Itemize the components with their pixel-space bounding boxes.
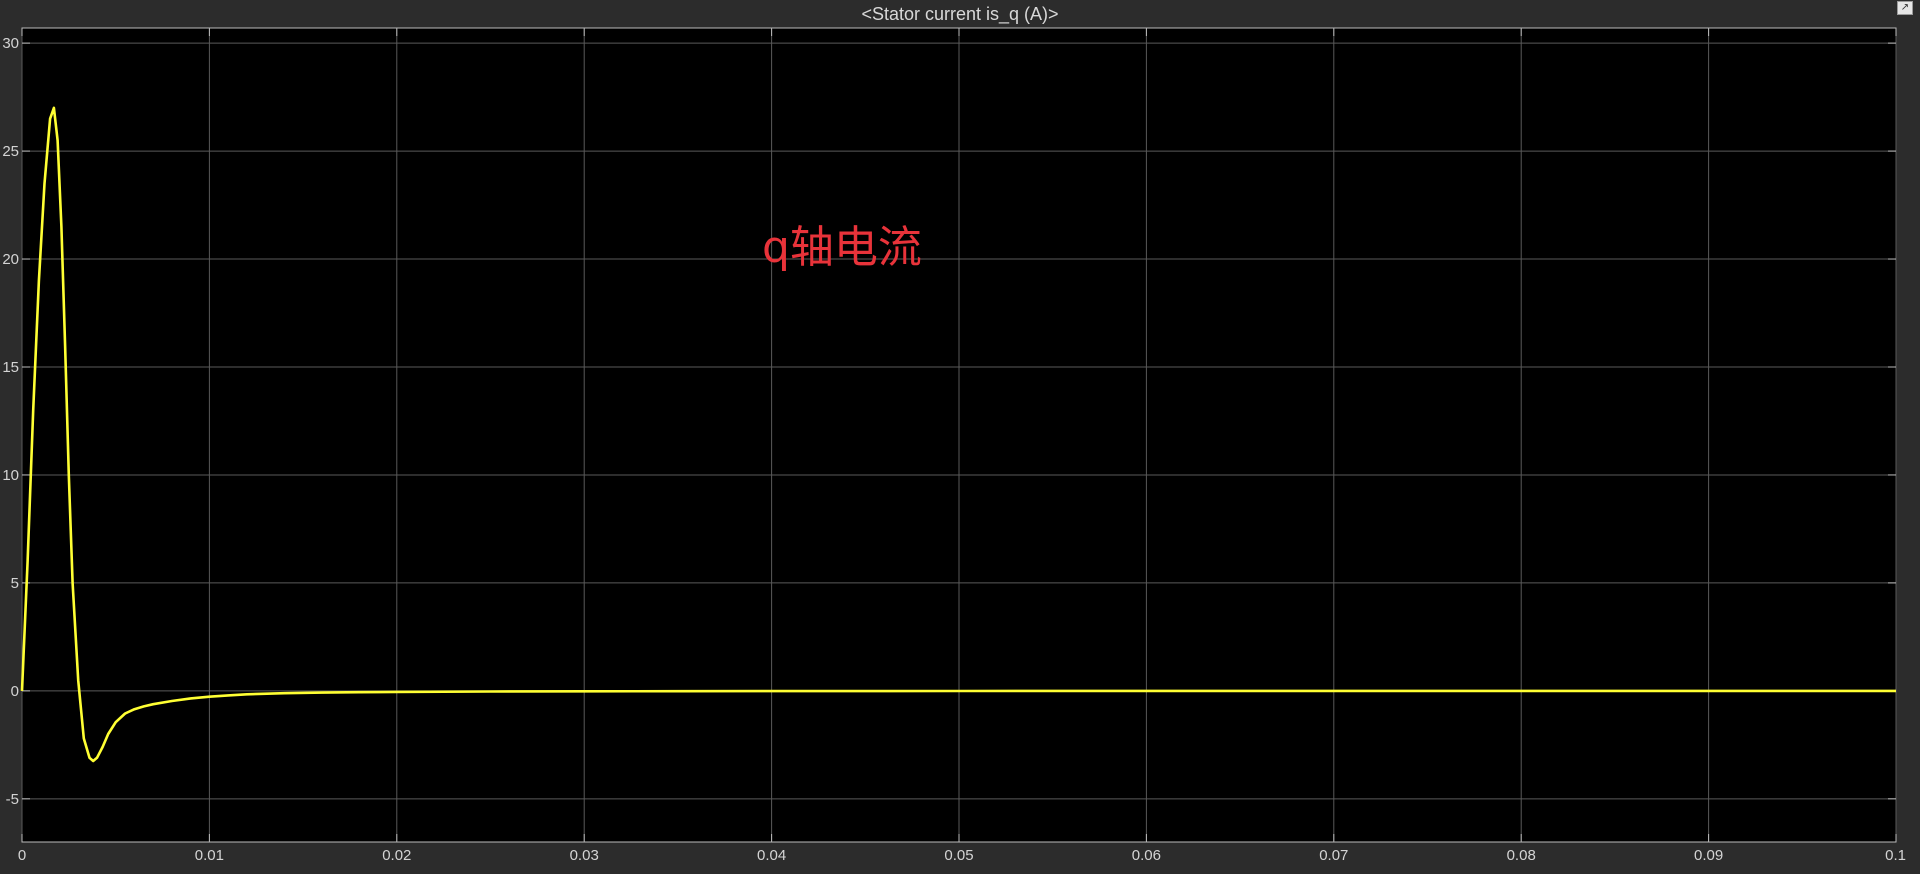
y-tick-label: 5 (11, 575, 19, 592)
x-tick-label: 0.06 (1132, 847, 1161, 864)
x-tick-label: 0.01 (195, 847, 224, 864)
x-tick-label: 0.08 (1507, 847, 1536, 864)
y-tick-label: 30 (2, 35, 19, 52)
y-tick-label: 25 (2, 143, 19, 160)
scope-chart: 0 0.01 0.02 0.03 0.04 0.05 0.06 0.07 0.08 0.09 0.1… (2, 27, 1906, 864)
y-tick-label: -5 (6, 791, 19, 808)
x-tick-label: 0.05 (944, 847, 973, 864)
y-tick-label: 0 (11, 683, 19, 700)
y-tick-label: 15 (2, 359, 19, 376)
x-tick-label: 0 (18, 847, 26, 864)
annotation-text: q轴电流 (762, 222, 922, 273)
y-tick-label: 20 (2, 251, 19, 268)
x-tick-label: 0.02 (382, 847, 411, 864)
x-tick-label: 0.1 (1885, 847, 1906, 864)
x-tick-label: 0.04 (757, 847, 786, 864)
x-tick-label: 0.07 (1319, 847, 1348, 864)
x-tick-label: 0.09 (1694, 847, 1723, 864)
x-tick-label: 0.03 (570, 847, 599, 864)
y-tick-label: 10 (2, 467, 19, 484)
